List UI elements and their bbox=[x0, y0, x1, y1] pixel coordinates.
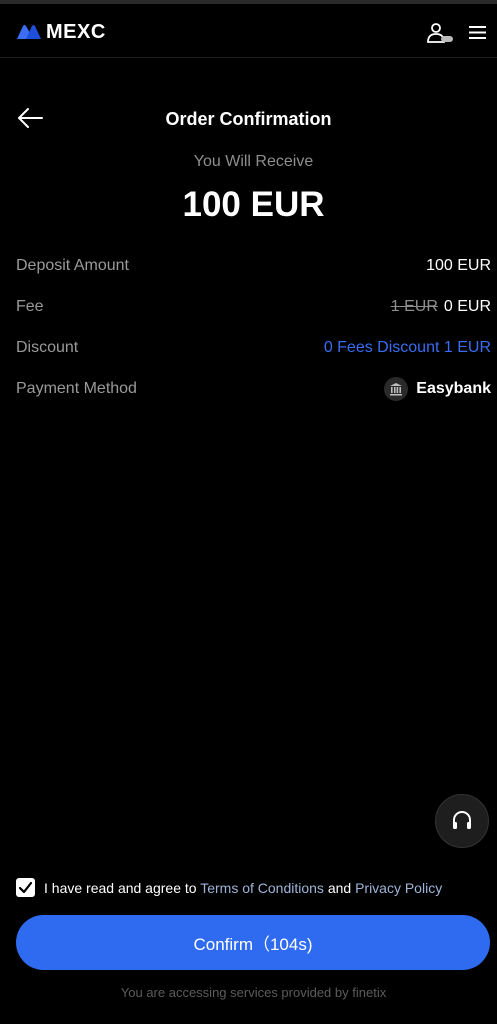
discount-value: 0 Fees Discount 1 EUR bbox=[323, 339, 491, 356]
order-confirmation-page: MEXC Order Confirmation You Will Receive… bbox=[0, 0, 497, 1024]
payment-method-value-group: Easybank bbox=[384, 377, 491, 401]
agreement-checkbox[interactable] bbox=[16, 878, 35, 897]
payment-method-row: Payment Method Easybank bbox=[16, 377, 491, 401]
mexc-logo[interactable]: MEXC bbox=[16, 21, 106, 43]
payment-method-value: Easybank bbox=[416, 380, 491, 397]
receive-label: You Will Receive bbox=[193, 153, 314, 170]
discount-row: Discount 0 Fees Discount 1 EUR bbox=[16, 337, 491, 359]
discount-label: Discount bbox=[16, 339, 79, 356]
agreement-text: I have read and agree to Terms of Condit… bbox=[44, 880, 442, 896]
agreement-and: and bbox=[327, 879, 352, 896]
fee-label: Fee bbox=[16, 298, 44, 315]
footer-provider-text: You are accessing services provided by f… bbox=[120, 985, 387, 1000]
fee-original-value: 1 EUR bbox=[390, 298, 438, 315]
customer-support-button[interactable] bbox=[435, 794, 489, 848]
receive-amount: 100 EUR bbox=[182, 185, 325, 224]
fee-value-group: 1 EUR 0 EUR bbox=[391, 298, 491, 316]
agreement-row: I have read and agree to Terms of Condit… bbox=[16, 878, 442, 897]
page-title: Order Confirmation bbox=[165, 109, 332, 129]
checkmark-icon bbox=[19, 882, 32, 893]
brand-name: MEXC bbox=[46, 21, 106, 43]
deposit-amount-value: 100 EUR bbox=[426, 257, 491, 274]
confirm-button[interactable]: Confirm（104s) bbox=[16, 915, 490, 970]
fee-row: Fee 1 EUR 0 EUR bbox=[16, 296, 491, 318]
terms-link[interactable]: Terms of Conditions bbox=[200, 880, 324, 896]
deposit-amount-row: Deposit Amount 100 EUR bbox=[16, 255, 491, 277]
agreement-prefix: I have read and agree to bbox=[44, 879, 197, 896]
deposit-amount-label: Deposit Amount bbox=[16, 257, 129, 274]
headset-icon bbox=[453, 811, 471, 829]
app-header: MEXC bbox=[0, 4, 497, 58]
user-icon[interactable] bbox=[426, 22, 454, 44]
bank-icon bbox=[384, 377, 409, 401]
mexc-logo-icon bbox=[17, 25, 41, 39]
menu-icon[interactable] bbox=[469, 25, 486, 40]
payment-method-label: Payment Method bbox=[16, 380, 137, 397]
privacy-policy-link[interactable]: Privacy Policy bbox=[355, 880, 442, 896]
fee-value: 0 EUR bbox=[443, 298, 491, 315]
